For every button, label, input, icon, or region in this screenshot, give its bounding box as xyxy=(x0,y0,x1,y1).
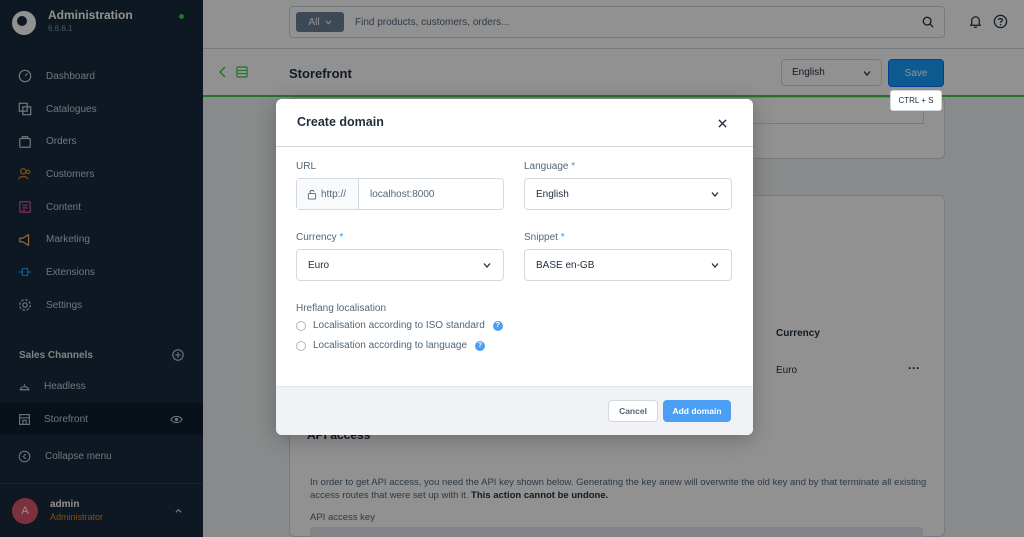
language-select[interactable]: English xyxy=(524,178,732,210)
url-label: URL xyxy=(296,161,317,172)
chevron-down-icon xyxy=(711,192,719,197)
create-domain-modal: Create domain URL http:// localhost:8000… xyxy=(276,99,753,435)
close-icon[interactable] xyxy=(718,119,727,128)
snippet-select[interactable]: BASE en-GB xyxy=(524,249,732,281)
currency-select[interactable]: Euro xyxy=(296,249,504,281)
radio-button[interactable] xyxy=(296,320,306,331)
currency-select-value: Euro xyxy=(308,259,330,271)
snippet-select-value: BASE en-GB xyxy=(536,259,595,271)
snippet-label-text: Snippet xyxy=(524,232,558,243)
hreflang-option-iso[interactable]: Localisation according to ISO standard ? xyxy=(296,320,503,331)
currency-label: Currency * xyxy=(296,232,343,243)
required-mark: * xyxy=(339,232,344,243)
url-prefix-text: http:// xyxy=(321,188,347,200)
modal-footer: Cancel Add domain xyxy=(276,386,753,435)
snippet-label: Snippet * xyxy=(524,232,565,243)
url-field[interactable]: http:// localhost:8000 xyxy=(296,178,504,210)
language-label-text: Language xyxy=(524,161,569,172)
modal-header: Create domain xyxy=(276,99,753,147)
chevron-down-icon xyxy=(711,263,719,268)
hreflang-option-label: Localisation according to ISO standard xyxy=(313,320,485,331)
modal-title: Create domain xyxy=(297,115,384,129)
hreflang-label: Hreflang localisation xyxy=(296,303,387,314)
currency-label-text: Currency xyxy=(296,232,337,243)
required-mark: * xyxy=(571,161,576,172)
cancel-button[interactable]: Cancel xyxy=(608,400,658,422)
info-icon[interactable]: ? xyxy=(492,320,503,331)
url-input[interactable]: localhost:8000 xyxy=(359,179,435,209)
save-shortcut-tooltip: CTRL + S xyxy=(890,90,942,111)
hreflang-option-label: Localisation according to language xyxy=(313,340,467,351)
language-select-value: English xyxy=(536,188,569,200)
radio-button[interactable] xyxy=(296,340,306,351)
hreflang-option-language[interactable]: Localisation according to language ? xyxy=(296,340,485,351)
unlock-icon xyxy=(307,189,317,200)
add-domain-button[interactable]: Add domain xyxy=(663,400,731,422)
chevron-down-icon xyxy=(483,263,491,268)
url-prefix: http:// xyxy=(297,179,359,209)
required-mark: * xyxy=(560,232,565,243)
language-label: Language * xyxy=(524,161,575,172)
info-icon[interactable]: ? xyxy=(475,340,485,351)
